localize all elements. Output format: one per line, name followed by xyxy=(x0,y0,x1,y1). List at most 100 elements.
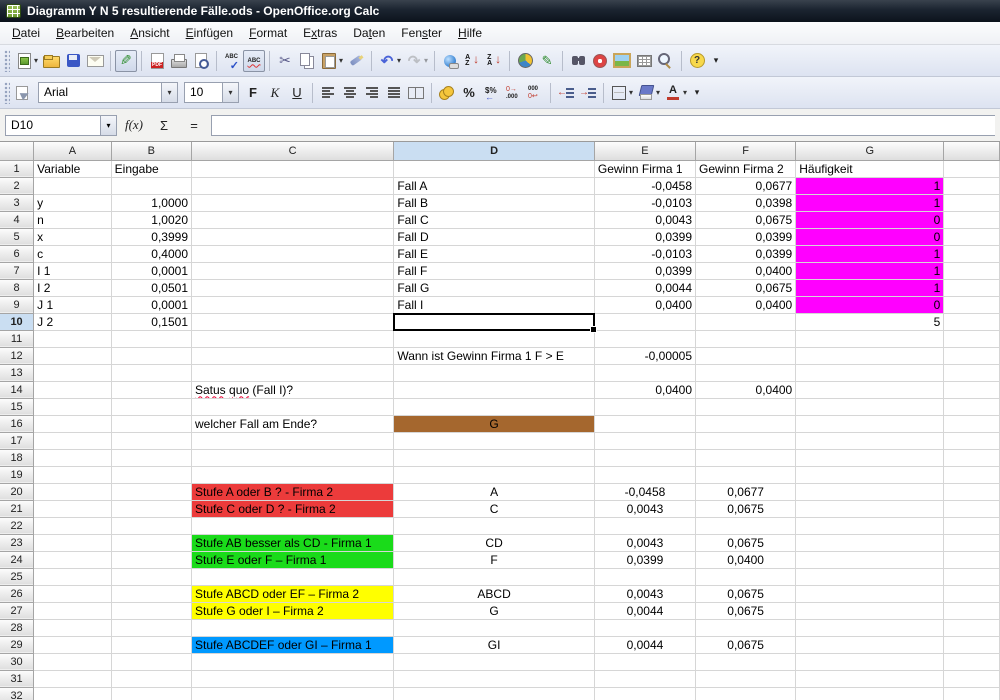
cut-button[interactable] xyxy=(274,50,296,72)
cell-E27[interactable]: 0,0044 xyxy=(594,602,695,619)
cell-H16[interactable] xyxy=(944,415,1000,432)
cell-A29[interactable] xyxy=(34,636,112,653)
styles-button[interactable] xyxy=(13,82,35,104)
cell-D11[interactable] xyxy=(394,330,595,347)
cell-B29[interactable] xyxy=(111,636,191,653)
background-color-button[interactable]: ▾ xyxy=(635,82,662,104)
cell-A16[interactable] xyxy=(34,415,112,432)
cell-D1[interactable] xyxy=(394,160,595,177)
cell-D25[interactable] xyxy=(394,568,595,585)
paste-dropdown-icon[interactable]: ▾ xyxy=(339,56,343,65)
cell-B25[interactable] xyxy=(111,568,191,585)
name-box-dropdown-icon[interactable]: ▾ xyxy=(100,116,116,135)
cell-D10[interactable] xyxy=(394,313,595,330)
redo-button[interactable]: ▾ xyxy=(403,50,430,72)
cell-A25[interactable] xyxy=(34,568,112,585)
cell-F4[interactable]: 0,0675 xyxy=(696,211,796,228)
cell-G14[interactable] xyxy=(796,381,944,398)
align-justified-button[interactable] xyxy=(383,82,405,104)
data-sources-button[interactable] xyxy=(633,50,655,72)
sort-descending-button[interactable] xyxy=(483,50,505,72)
standard-format-button[interactable] xyxy=(480,82,502,104)
cell-A6[interactable]: c xyxy=(34,245,112,262)
cell-E15[interactable] xyxy=(594,398,695,415)
cell-H6[interactable] xyxy=(944,245,1000,262)
bold-button[interactable]: F xyxy=(242,82,264,104)
cell-E31[interactable] xyxy=(594,670,695,687)
undo-button[interactable]: ▾ xyxy=(376,50,403,72)
cell-H3[interactable] xyxy=(944,194,1000,211)
email-button[interactable] xyxy=(84,50,106,72)
column-header-H[interactable] xyxy=(944,142,1000,160)
cell-F28[interactable] xyxy=(696,619,796,636)
cell-C3[interactable] xyxy=(192,194,394,211)
cell-G24[interactable] xyxy=(796,551,944,568)
cell-B13[interactable] xyxy=(111,364,191,381)
cell-C2[interactable] xyxy=(192,177,394,194)
font-color-button[interactable]: ▾ xyxy=(662,82,689,104)
open-button[interactable] xyxy=(40,50,62,72)
cell-E23[interactable]: 0,0043 xyxy=(594,534,695,551)
row-header-23[interactable]: 23 xyxy=(0,534,34,551)
cell-C1[interactable] xyxy=(192,160,394,177)
menu-item-hilfe[interactable]: Hilfe xyxy=(450,23,490,43)
cell-H31[interactable] xyxy=(944,670,1000,687)
cell-B14[interactable] xyxy=(111,381,191,398)
cell-H30[interactable] xyxy=(944,653,1000,670)
cell-B24[interactable] xyxy=(111,551,191,568)
column-header-C[interactable]: C xyxy=(192,142,394,160)
cell-H7[interactable] xyxy=(944,262,1000,279)
spellcheck-button[interactable] xyxy=(221,50,243,72)
row-header-13[interactable]: 13 xyxy=(0,364,34,381)
cell-A13[interactable] xyxy=(34,364,112,381)
cell-G22[interactable] xyxy=(796,517,944,534)
cell-F30[interactable] xyxy=(696,653,796,670)
cell-F31[interactable] xyxy=(696,670,796,687)
font-name-value[interactable]: Arial xyxy=(39,83,161,102)
cell-D8[interactable]: Fall G xyxy=(394,279,595,296)
font-size-dropdown-icon[interactable]: ▾ xyxy=(222,83,238,102)
column-header-E[interactable]: E xyxy=(594,142,695,160)
cell-F10[interactable] xyxy=(696,313,796,330)
cell-D3[interactable]: Fall B xyxy=(394,194,595,211)
menu-item-extras[interactable]: Extras xyxy=(295,23,345,43)
cell-H10[interactable] xyxy=(944,313,1000,330)
align-left-button[interactable] xyxy=(317,82,339,104)
font-size-combo[interactable]: 10▾ xyxy=(184,82,239,103)
cell-D19[interactable] xyxy=(394,466,595,483)
cell-H26[interactable] xyxy=(944,585,1000,602)
cell-E26[interactable]: 0,0043 xyxy=(594,585,695,602)
cell-F32[interactable] xyxy=(696,687,796,700)
cell-A19[interactable] xyxy=(34,466,112,483)
cell-A22[interactable] xyxy=(34,517,112,534)
function-button[interactable]: = xyxy=(181,118,207,133)
cell-E25[interactable] xyxy=(594,568,695,585)
cell-H8[interactable] xyxy=(944,279,1000,296)
cell-H5[interactable] xyxy=(944,228,1000,245)
cell-C16[interactable]: welcher Fall am Ende? xyxy=(192,415,394,432)
cell-E19[interactable] xyxy=(594,466,695,483)
cell-C11[interactable] xyxy=(192,330,394,347)
cell-B11[interactable] xyxy=(111,330,191,347)
cell-H20[interactable] xyxy=(944,483,1000,500)
cell-C10[interactable] xyxy=(192,313,394,330)
cell-D32[interactable] xyxy=(394,687,595,700)
cell-E4[interactable]: 0,0043 xyxy=(594,211,695,228)
cell-E21[interactable]: 0,0043 xyxy=(594,500,695,517)
cell-D4[interactable]: Fall C xyxy=(394,211,595,228)
cell-C13[interactable] xyxy=(192,364,394,381)
cell-A30[interactable] xyxy=(34,653,112,670)
undo-dropdown-icon[interactable]: ▾ xyxy=(397,56,401,65)
cell-E29[interactable]: 0,0044 xyxy=(594,636,695,653)
cell-C24[interactable]: Stufe E oder F – Firma 1 xyxy=(192,551,394,568)
cell-A10[interactable]: J 2 xyxy=(34,313,112,330)
cell-H23[interactable] xyxy=(944,534,1000,551)
cell-B18[interactable] xyxy=(111,449,191,466)
pdf-export-button[interactable] xyxy=(146,50,168,72)
column-header-G[interactable]: G xyxy=(796,142,944,160)
cell-B1[interactable]: Eingabe xyxy=(111,160,191,177)
cell-A27[interactable] xyxy=(34,602,112,619)
borders-button[interactable]: ▾ xyxy=(608,82,635,104)
cell-C31[interactable] xyxy=(192,670,394,687)
cell-D21[interactable]: C xyxy=(394,500,595,517)
